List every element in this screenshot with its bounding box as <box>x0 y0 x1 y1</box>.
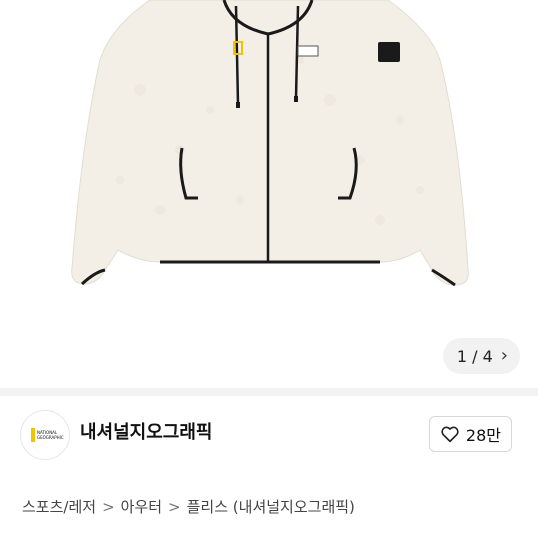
heart-icon <box>441 426 459 443</box>
breadcrumb: 스포츠/레저 > 아우터 > 플리스 (내셔널지오그래픽) <box>22 496 355 517</box>
breadcrumb-item[interactable]: 스포츠/레저 <box>22 496 96 517</box>
image-counter[interactable]: 1 / 4 › <box>442 338 520 374</box>
breadcrumb-item[interactable]: 아우터 <box>121 496 162 517</box>
national-geographic-frame-icon <box>31 428 35 442</box>
image-counter-text: 1 / 4 <box>456 346 493 366</box>
breadcrumb-item[interactable]: 플리스 (내셔널지오그래픽) <box>187 496 355 517</box>
breadcrumb-separator-icon: > <box>168 497 181 516</box>
brand-name[interactable]: 내셔널지오그래픽 <box>80 418 212 444</box>
breadcrumb-separator-icon: > <box>102 497 115 516</box>
brand-logo[interactable]: NATIONAL GEOGRAPHIC <box>20 410 70 460</box>
fleece-jacket-image <box>71 0 469 287</box>
like-button[interactable]: 28만 <box>428 416 512 452</box>
section-divider <box>0 388 538 396</box>
chevron-right-icon[interactable]: › <box>501 347 508 365</box>
brand-row[interactable]: NATIONAL GEOGRAPHIC 내셔널지오그래픽 28만 <box>0 396 538 474</box>
brand-logo-text: NATIONAL GEOGRAPHIC <box>37 430 64 440</box>
like-count: 28만 <box>465 426 501 445</box>
product-image[interactable]: 1 / 4 › <box>0 0 538 388</box>
